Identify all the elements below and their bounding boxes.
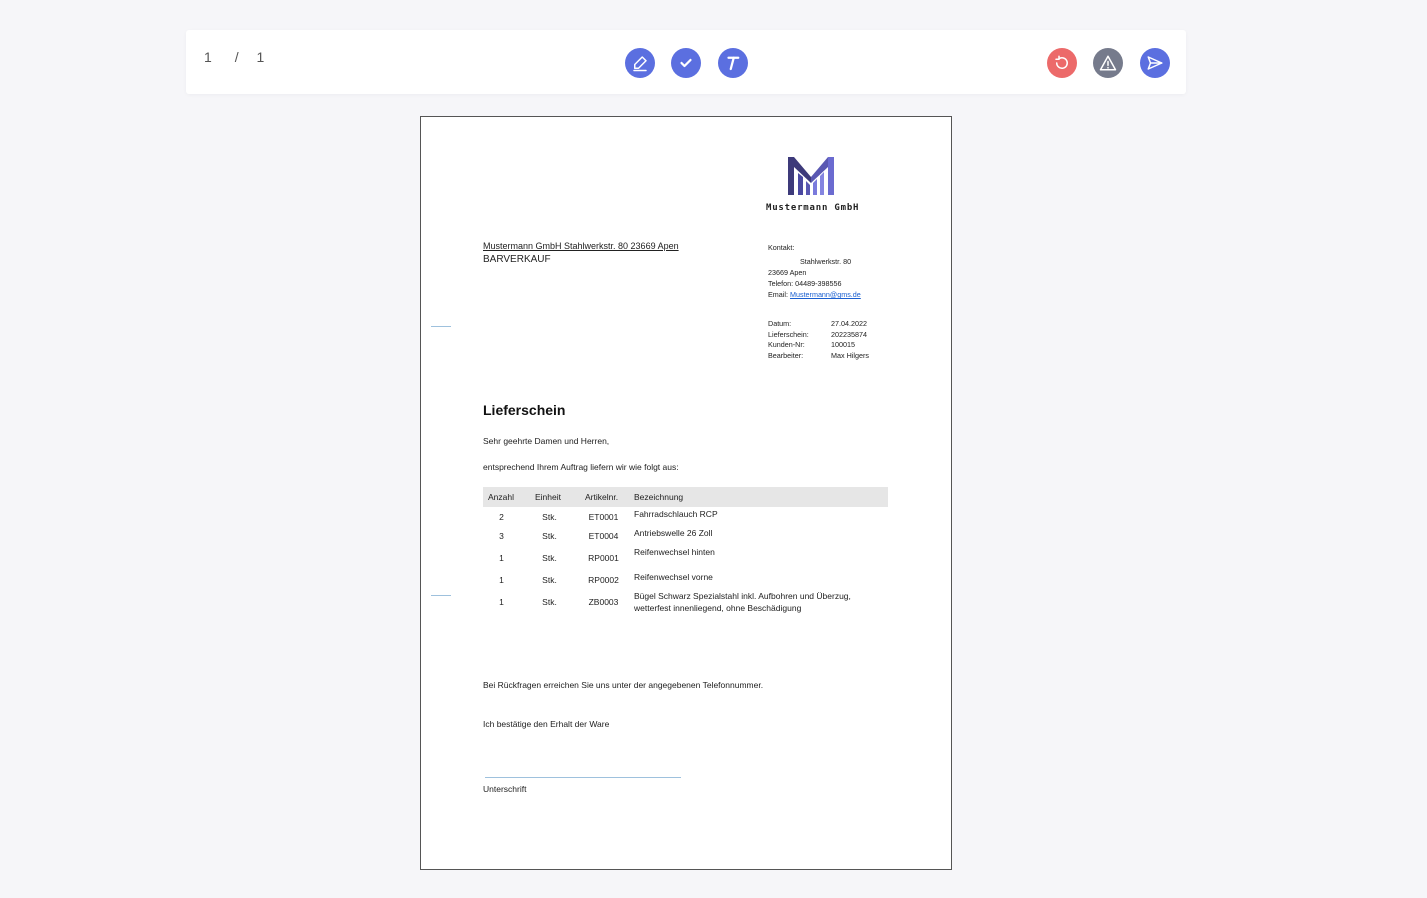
- contact-street: Stahlwerkstr. 80: [800, 257, 852, 266]
- cell-einheit: Stk.: [542, 512, 557, 522]
- cell-einheit: Stk.: [542, 553, 557, 563]
- signature-line[interactable]: [485, 777, 681, 778]
- contact-label: Kontakt:: [768, 243, 795, 252]
- cell-bezeichnung: Fahrradschlauch RCP: [634, 509, 718, 519]
- cell-einheit: Stk.: [542, 531, 557, 541]
- page-total: 1: [256, 49, 265, 65]
- cell-bezeichnung: Reifenwechsel vorne: [634, 572, 713, 582]
- cell-einheit: Stk.: [542, 575, 557, 585]
- recipient: BARVERKAUF: [483, 254, 551, 265]
- page-current: 1: [204, 49, 212, 65]
- company-logo-text: Mustermann GmbH: [766, 203, 860, 213]
- meta-value: 27.04.2022: [831, 319, 867, 328]
- sender-line: Mustermann GmbH Stahlwerkstr. 80 23669 A…: [483, 241, 679, 251]
- contact-city: 23669 Apen: [768, 268, 807, 277]
- cell-bezeichnung: Bügel Schwarz Spezialstahl inkl. Aufbohr…: [634, 591, 851, 613]
- report-button[interactable]: [1093, 48, 1123, 78]
- document-page: Mustermann GmbH Mustermann GmbH Stahlwer…: [420, 116, 952, 870]
- greeting: Sehr geehrte Damen und Herren,: [483, 436, 610, 446]
- page-separator: /: [234, 49, 239, 65]
- header-einheit: Einheit: [535, 492, 561, 502]
- sign-button[interactable]: [625, 48, 655, 78]
- cell-anzahl: 1: [499, 597, 504, 607]
- signature-label: Unterschrift: [483, 784, 527, 794]
- meta-key: Bearbeiter:: [768, 350, 804, 360]
- fold-mark: [431, 326, 451, 327]
- contact-phone: Telefon: 04489-398556: [768, 279, 842, 288]
- cell-anzahl: 1: [499, 553, 504, 563]
- pen-icon: [633, 56, 647, 72]
- header-bezeichnung: Bezeichnung: [634, 492, 684, 502]
- meta-row: Kunden-Nr: 100015: [768, 340, 869, 351]
- text-icon: [727, 56, 740, 71]
- cell-bezeichnung: Antriebswelle 26 Zoll: [634, 528, 713, 538]
- send-icon: [1147, 56, 1163, 70]
- cell-anzahl: 3: [499, 531, 504, 541]
- meta-value: 202235874: [831, 329, 867, 339]
- page-indicator: 1 / 1: [204, 49, 264, 65]
- contact-block: Kontakt: Stahlwerkstr. 80 23669 Apen Tel…: [768, 242, 861, 300]
- confirm-button[interactable]: [671, 48, 701, 78]
- table-header: Anzahl Einheit Artikelnr. Bezeichnung: [483, 487, 888, 507]
- meta-key: Datum:: [768, 319, 792, 328]
- cell-artikelnr: ET0001: [588, 512, 619, 522]
- header-artikelnr: Artikelnr.: [585, 492, 619, 502]
- header-anzahl: Anzahl: [488, 492, 514, 502]
- reset-icon: [1055, 55, 1068, 69]
- cell-bezeichnung: Reifenwechsel hinten: [634, 547, 715, 557]
- cell-artikelnr: RP0002: [588, 575, 619, 585]
- cell-artikelnr: ZB0003: [588, 597, 619, 607]
- contact-note: Bei Rückfragen erreichen Sie uns unter d…: [483, 680, 764, 690]
- text-button[interactable]: [718, 48, 748, 78]
- meta-key: Lieferschein:: [768, 329, 809, 339]
- cell-anzahl: 2: [499, 512, 504, 522]
- cell-anzahl: 1: [499, 575, 504, 585]
- meta-row: Lieferschein: 202235874: [768, 330, 869, 341]
- meta-row: Datum: 27.04.2022: [768, 319, 869, 330]
- warning-icon: [1099, 55, 1117, 71]
- cell-artikelnr: ET0004: [588, 531, 619, 541]
- cell-artikelnr: RP0001: [588, 553, 619, 563]
- contact-email-label: Email:: [768, 290, 788, 299]
- cell-einheit: Stk.: [542, 597, 557, 607]
- intro-text: entsprechend Ihrem Auftrag liefern wir w…: [483, 462, 679, 472]
- meta-key: Kunden-Nr:: [768, 340, 805, 349]
- send-button[interactable]: [1140, 48, 1170, 78]
- meta-block: Datum: 27.04.2022 Lieferschein: 202235874 …: [768, 319, 869, 361]
- receipt-confirmation: Ich bestätige den Erhalt der Ware: [483, 719, 610, 729]
- contact-email-link[interactable]: Mustermann@gms.de: [790, 290, 861, 299]
- check-icon: [680, 58, 692, 68]
- meta-value: Max Hilgers: [831, 350, 869, 360]
- meta-value: 100015: [831, 340, 855, 349]
- document-title: Lieferschein: [483, 402, 566, 418]
- toolbar: 1 / 1: [186, 30, 1186, 94]
- reset-button[interactable]: [1047, 48, 1077, 78]
- contact-email-row: Email: Mustermann@gms.de: [768, 289, 861, 300]
- meta-row: Bearbeiter: Max Hilgers: [768, 351, 869, 362]
- company-logo: [788, 157, 834, 195]
- fold-mark: [431, 595, 451, 596]
